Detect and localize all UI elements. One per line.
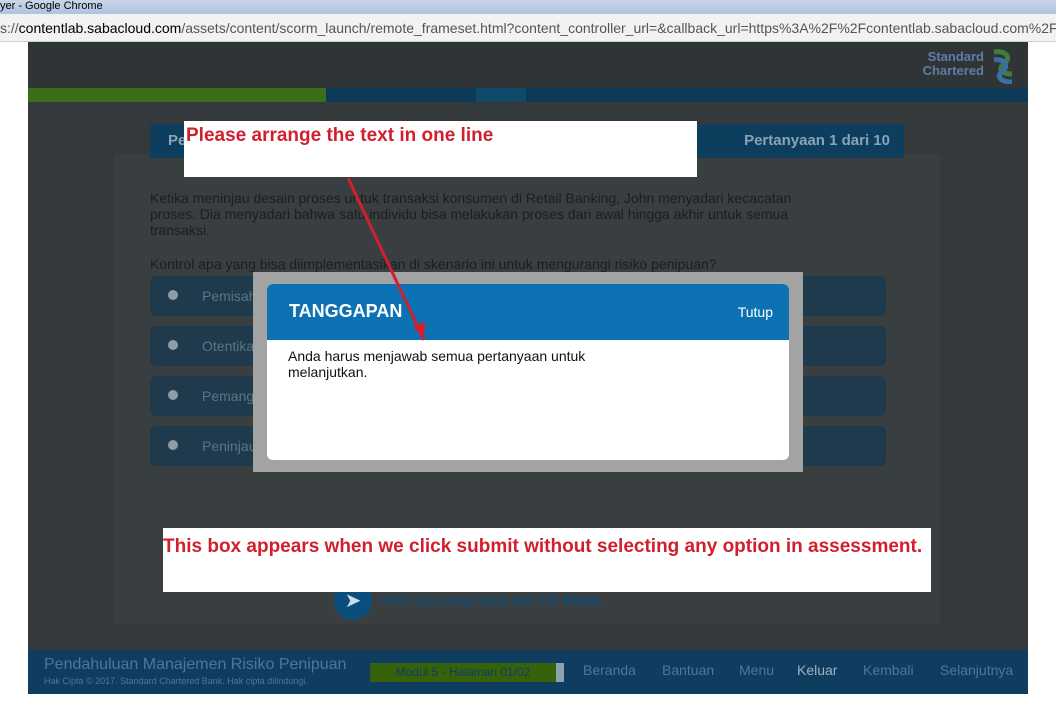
stripe-segment — [28, 88, 326, 102]
question-counter: Pertanyaan 1 dari 10 — [744, 132, 890, 149]
brand-line-2: Chartered — [922, 63, 984, 78]
answer-option-label: Pemang — [202, 388, 255, 404]
player-header: Standard Chartered — [28, 42, 1028, 88]
radio-button[interactable] — [168, 290, 178, 300]
radio-button[interactable] — [168, 440, 178, 450]
dialog-close-button[interactable]: Tutup — [738, 304, 773, 320]
answer-option-label: Pemisah — [202, 288, 257, 304]
player-footer: Pendahuluan Manajemen Risiko Penipuan Ha… — [28, 650, 1028, 694]
annotation-text: Please arrange the text in one line — [186, 125, 494, 146]
address-bar[interactable]: s://contentlab.sabacloud.com/assets/cont… — [0, 14, 1056, 42]
dialog-message: Anda harus menjawab semua pertanyaan unt… — [288, 348, 586, 380]
stripe-segment — [476, 88, 526, 102]
instruction-text: Pilih opsi yang tepat dan klik Kirim. — [382, 592, 602, 608]
feedback-dialog: TANGGAPAN Tutup Anda harus menjawab semu… — [267, 284, 789, 460]
window-title: yer - Google Chrome — [0, 0, 103, 12]
nav-next-button[interactable]: Selanjutnya — [940, 662, 1013, 678]
dialog-header: TANGGAPAN Tutup — [267, 284, 789, 340]
module-progress: Modul 5 - Halaman 01/02 — [370, 663, 564, 682]
brand-line-1: Standard — [927, 49, 984, 64]
instruction-submit-word: Kirim. — [562, 592, 603, 608]
annotation-callout-top: Please arrange the text in one line — [184, 121, 697, 177]
annotation-text: This box appears when we click submit wi… — [163, 536, 923, 557]
url-host: contentlab.sabacloud.com — [18, 20, 182, 36]
radio-button[interactable] — [168, 340, 178, 350]
window-titlebar: yer - Google Chrome — [0, 0, 1056, 14]
question-text: Ketika meninjau desain proses untuk tran… — [150, 190, 792, 238]
instruction-main: Pilih opsi yang tepat dan klik — [382, 592, 563, 608]
answer-option-label: Otentika — [202, 338, 255, 354]
nav-exit-button[interactable]: Keluar — [797, 662, 837, 678]
nav-help-button[interactable]: Bantuan — [662, 662, 714, 678]
course-title: Pendahuluan Manajemen Risiko Penipuan — [44, 656, 347, 673]
nav-home-button[interactable]: Beranda — [583, 662, 636, 678]
nav-back-button[interactable]: Kembali — [863, 662, 914, 678]
brand-mark-icon — [993, 49, 1013, 84]
stripe-segment — [526, 88, 1028, 102]
color-stripe — [28, 88, 1028, 102]
nav-menu-button[interactable]: Menu — [739, 662, 774, 678]
url-prefix: s:// — [0, 20, 19, 36]
annotation-callout-bottom: This box appears when we click submit wi… — [163, 528, 931, 592]
copyright-text: Hak Cipta © 2017. Standard Chartered Ban… — [44, 676, 308, 686]
dialog-title: TANGGAPAN — [289, 301, 403, 321]
url-path: /assets/content/scorm_launch/remote_fram… — [181, 20, 1056, 36]
brand-logo: Standard Chartered — [912, 46, 1022, 86]
question-prompt: Kontrol apa yang bisa diimplementasikan … — [150, 256, 717, 272]
brand-name: Standard Chartered — [923, 50, 984, 78]
answer-option-label: Peninjau — [202, 438, 257, 454]
radio-button[interactable] — [168, 390, 178, 400]
stripe-segment — [326, 88, 476, 102]
